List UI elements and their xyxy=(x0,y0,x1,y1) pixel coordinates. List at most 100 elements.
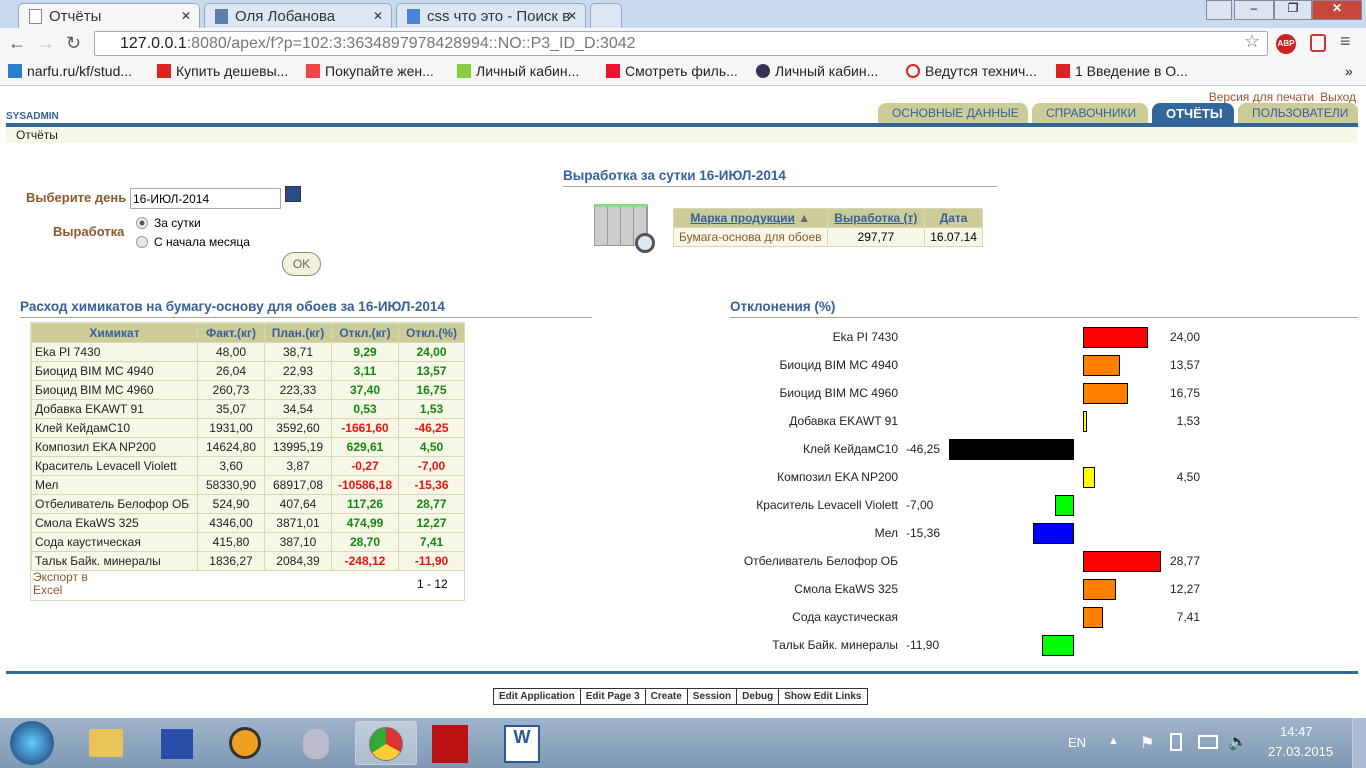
language-indicator[interactable]: EN xyxy=(1068,735,1086,750)
session-button[interactable]: Session xyxy=(687,689,738,704)
network-icon[interactable] xyxy=(1198,735,1218,749)
adblock-icon[interactable]: ABP xyxy=(1276,34,1296,54)
calendar-icon[interactable] xyxy=(285,186,301,202)
close-icon[interactable]: ✕ xyxy=(567,9,577,23)
radio-checked-icon xyxy=(136,217,148,229)
cell-dev-kg: 9,29 xyxy=(331,342,399,362)
reload-icon[interactable]: ↻ xyxy=(66,33,81,54)
cell-chemical: Биоцид BIM MC 4960 xyxy=(31,380,198,400)
cell-dev-kg: 474,99 xyxy=(331,513,399,533)
back-icon[interactable]: ← xyxy=(8,33,26,54)
show-hidden-icons[interactable]: ▲ xyxy=(1108,735,1119,747)
show-desktop-button[interactable] xyxy=(1352,718,1366,768)
power-icon[interactable] xyxy=(1170,733,1182,751)
start-button[interactable] xyxy=(10,721,54,765)
url-input[interactable]: 127.0.0.1:8080/apex/f?p=102:3:3634897978… xyxy=(94,31,1268,56)
bookmarks-bar: narfu.ru/kf/stud... Купить дешевы... Пок… xyxy=(0,58,1366,86)
top-links: Версия для печати Выход xyxy=(1203,90,1356,104)
bookmark[interactable]: 1 Введение в О... xyxy=(1056,63,1188,79)
browser-tab-reports[interactable]: Отчёты ✕ xyxy=(18,3,200,28)
taskbar: W EN ▲ ⚑ 🔈 14:47 27.03.2015 xyxy=(0,718,1366,768)
forward-icon[interactable]: → xyxy=(37,33,55,54)
chart-bar xyxy=(1083,411,1088,432)
tab-references[interactable]: СПРАВОЧНИКИ xyxy=(1032,103,1148,123)
more-bookmarks-icon[interactable]: » xyxy=(1345,63,1353,79)
star-icon[interactable]: ☆ xyxy=(1244,31,1260,52)
create-button[interactable]: Create xyxy=(645,689,688,704)
cell-chemical: Смола EkaWS 325 xyxy=(31,513,198,533)
edit-page-button[interactable]: Edit Page 3 xyxy=(580,689,646,704)
flag-icon[interactable]: ⚑ xyxy=(1140,733,1154,753)
chemicals-title: Расход химикатов на бумагу-основу для об… xyxy=(20,299,592,318)
close-icon[interactable]: ✕ xyxy=(181,9,191,23)
cell-dev-kg: 37,40 xyxy=(331,380,399,400)
aimp-icon[interactable] xyxy=(215,721,277,765)
maximize-button[interactable]: ❐ xyxy=(1274,0,1312,20)
cell-dev-kg: -248,12 xyxy=(331,551,399,571)
col-dev-pct: Откл.(%) xyxy=(398,323,465,343)
explorer-icon[interactable] xyxy=(75,721,137,765)
print-version-link[interactable]: Версия для печати xyxy=(1209,90,1314,104)
bookmark[interactable]: Ведутся технич... xyxy=(906,63,1037,79)
export-excel-link[interactable]: Экспорт в Excel xyxy=(33,571,93,597)
volume-icon[interactable]: 🔈 xyxy=(1228,732,1248,752)
bookmark[interactable]: Личный кабин... xyxy=(457,63,579,79)
edit-application-button[interactable]: Edit Application xyxy=(494,689,581,704)
col-product[interactable]: Марка продукции ▲ xyxy=(673,208,828,228)
bookmark[interactable]: Смотреть филь... xyxy=(606,63,738,79)
table-row: Композил EKA NP200 14624,80 13995,19 629,61… xyxy=(31,437,465,457)
clock-time[interactable]: 14:47 xyxy=(1280,724,1313,739)
chart-category-label: Композил EKA NP200 xyxy=(777,470,898,484)
col-fact: Факт.(кг) xyxy=(197,323,265,343)
ok-button[interactable]: OK xyxy=(282,252,321,276)
bookmark[interactable]: narfu.ru/kf/stud... xyxy=(8,63,132,79)
day-input[interactable] xyxy=(130,188,281,209)
page-icon xyxy=(29,9,42,24)
chart-value-label: 7,41 xyxy=(1176,610,1200,624)
menu-icon[interactable]: ≡ xyxy=(1340,31,1351,52)
debug-button[interactable]: Debug xyxy=(737,689,780,704)
browser-tab-vk[interactable]: Оля Лобанова ✕ xyxy=(204,3,392,28)
tab-users[interactable]: ПОЛЬЗОВАТЕЛИ xyxy=(1238,103,1358,123)
chart-bar xyxy=(1083,467,1096,488)
play-icon xyxy=(215,9,228,24)
extension-icon[interactable] xyxy=(1310,34,1326,52)
clock-date[interactable]: 27.03.2015 xyxy=(1268,744,1333,759)
cell-chemical: Мел xyxy=(31,475,198,495)
word-icon[interactable]: W xyxy=(492,721,554,765)
cell-fact: 35,07 xyxy=(197,399,265,419)
chart-category-label: Мел xyxy=(874,526,898,540)
bookmark[interactable]: Личный кабин... xyxy=(756,63,878,79)
bookmark[interactable]: Покупайте жен... xyxy=(306,63,434,79)
chart-category-label: Тальк Байк. минералы xyxy=(772,638,898,652)
cell-chemical: Сода каустическая xyxy=(31,532,198,552)
sort-asc-icon: ▲ xyxy=(798,211,811,225)
minimize-button[interactable]: – xyxy=(1234,0,1274,20)
col-output[interactable]: Выработка (т) xyxy=(826,208,926,228)
cell-chemical: Добавка EKAWT 91 xyxy=(31,399,198,419)
cell-plan: 68917,08 xyxy=(264,475,332,495)
cell-dev-pct: 7,41 xyxy=(398,532,465,552)
show-edit-links-button[interactable]: Show Edit Links xyxy=(779,689,867,704)
developer-toolbar: Edit Application Edit Page 3 Create Sess… xyxy=(493,688,868,705)
bookmark[interactable]: Купить дешевы... xyxy=(157,63,288,79)
cell-dev-pct: 28,77 xyxy=(398,494,465,514)
chart-value-label: -46,25 xyxy=(906,442,941,456)
browser-tab-search[interactable]: css что это - Поиск в ✕ xyxy=(396,3,586,28)
radio-month[interactable]: С начала месяца xyxy=(136,235,250,249)
tab-main-data[interactable]: ОСНОВНЫЕ ДАННЫЕ xyxy=(878,103,1028,123)
breadcrumb: Отчёты xyxy=(6,127,1358,143)
close-icon[interactable]: ✕ xyxy=(373,9,383,23)
logout-link[interactable]: Выход xyxy=(1320,90,1356,104)
database-icon[interactable] xyxy=(285,721,347,765)
browser-tab-bar: Отчёты ✕ Оля Лобанова ✕ css что это - Поис… xyxy=(0,0,1366,28)
chrome-icon[interactable] xyxy=(355,721,417,765)
save-disk-icon[interactable] xyxy=(145,721,207,765)
new-tab-button[interactable] xyxy=(590,3,622,28)
close-window-button[interactable]: ✕ xyxy=(1312,0,1362,20)
acrobat-icon[interactable] xyxy=(420,721,482,765)
radio-daily[interactable]: За сутки xyxy=(136,216,201,230)
tab-reports[interactable]: ОТЧЁТЫ xyxy=(1152,103,1234,123)
chart-bar xyxy=(1055,495,1074,516)
user-icon[interactable] xyxy=(1206,0,1232,20)
